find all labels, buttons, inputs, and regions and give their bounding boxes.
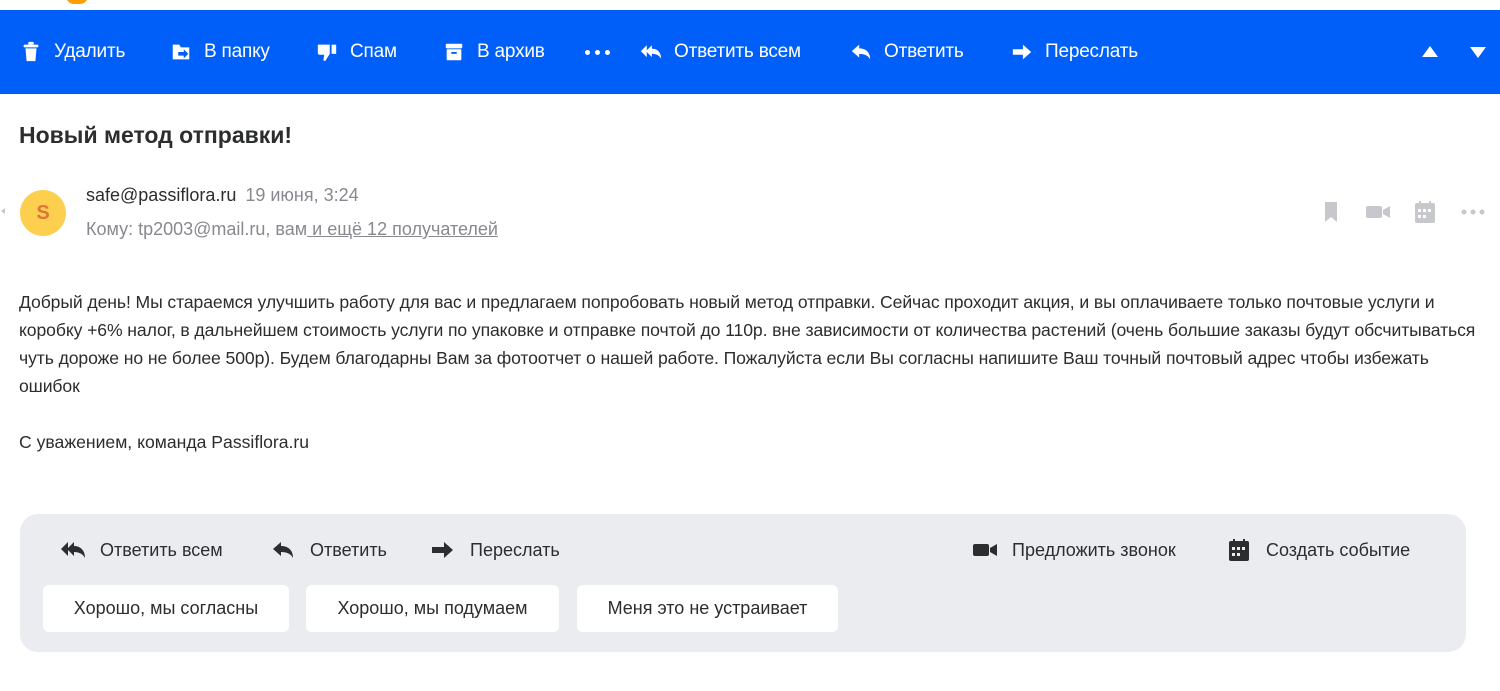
- move-folder-icon: [172, 44, 190, 60]
- previous-message-button[interactable]: [1418, 40, 1442, 64]
- quick-reply-panel: Ответить всем Ответить Переслать Предлож…: [20, 514, 1466, 652]
- forward-arrow-icon: [432, 542, 453, 558]
- message-toolbar: Удалить В папку Спам В архив Ответить вс…: [0, 10, 1500, 94]
- message-subject: Новый метод отправки!: [19, 122, 293, 148]
- panel-reply-button[interactable]: Ответить: [270, 536, 387, 564]
- more-button[interactable]: [585, 10, 610, 94]
- more-actions-button[interactable]: [1460, 200, 1486, 224]
- more-recipients-link[interactable]: и ещё 12 получателей: [307, 219, 498, 239]
- more-dot-icon: [605, 49, 610, 55]
- panel-forward-label: Переслать: [470, 539, 560, 560]
- create-event-button[interactable]: Создать событие: [1226, 536, 1410, 564]
- more-dot-icon: [585, 49, 590, 55]
- bookmark-button[interactable]: [1318, 200, 1344, 224]
- calendar-icon: [1415, 201, 1435, 223]
- quick-reply-agree[interactable]: Хорошо, мы согласны: [43, 585, 289, 632]
- forward-arrow-icon: [1012, 44, 1032, 60]
- forward-button[interactable]: Переслать: [1011, 10, 1138, 94]
- delete-label: Удалить: [54, 41, 126, 62]
- video-camera-icon: [1366, 206, 1390, 218]
- calendar-button[interactable]: [1412, 200, 1438, 224]
- reply-icon: [273, 542, 293, 558]
- move-to-folder-button[interactable]: В папку: [170, 10, 270, 94]
- video-camera-icon: [973, 544, 997, 556]
- panel-reply-all-button[interactable]: Ответить всем: [60, 536, 223, 564]
- next-message-button[interactable]: [1466, 40, 1490, 64]
- reply-label: Ответить: [884, 41, 964, 62]
- sender-avatar[interactable]: S: [20, 190, 66, 236]
- quick-reply-think[interactable]: Хорошо, мы подумаем: [306, 585, 559, 632]
- message-signature: С уважением, команда Passiflora.ru: [19, 432, 310, 452]
- quick-reply-decline[interactable]: Меня это не устраивает: [577, 585, 838, 632]
- logo-fragment: [66, 0, 88, 4]
- archive-label: В архив: [477, 41, 545, 62]
- collapse-tick-icon: [1, 208, 5, 214]
- more-dots-icon: [1461, 209, 1485, 215]
- top-strip: [0, 0, 1500, 10]
- reply-icon: [851, 44, 871, 60]
- reply-all-button[interactable]: Ответить всем: [640, 10, 801, 94]
- move-to-folder-label: В папку: [204, 41, 270, 62]
- create-event-label: Создать событие: [1266, 539, 1411, 560]
- bookmark-icon: [1325, 202, 1337, 222]
- reply-button[interactable]: Ответить: [850, 10, 964, 94]
- recipients-prefix: Кому: tp2003@mail.ru, вам: [86, 219, 308, 239]
- triangle-down-icon: [1470, 47, 1486, 58]
- panel-forward-button[interactable]: Переслать: [430, 536, 560, 564]
- reply-all-label: Ответить всем: [674, 41, 801, 62]
- suggest-call-label: Предложить звонок: [1012, 539, 1176, 560]
- thumbs-down-icon: [317, 44, 337, 62]
- video-call-button[interactable]: [1365, 200, 1391, 224]
- sender-line: safe@passiflora.ru 19 июня, 3:24: [86, 185, 359, 206]
- spam-button[interactable]: Спам: [316, 10, 397, 94]
- panel-reply-all-label: Ответить всем: [100, 539, 223, 560]
- trash-icon: [23, 41, 39, 62]
- panel-reply-label: Ответить: [310, 539, 387, 560]
- reply-all-icon: [61, 542, 85, 558]
- message-date: 19 июня, 3:24: [245, 185, 359, 205]
- calendar-icon: [1229, 539, 1249, 561]
- sender-email[interactable]: safe@passiflora.ru: [86, 185, 236, 205]
- delete-button[interactable]: Удалить: [20, 10, 125, 94]
- reply-all-icon: [640, 45, 662, 59]
- more-dot-icon: [595, 49, 600, 55]
- archive-icon: [445, 43, 463, 61]
- spam-label: Спам: [350, 41, 397, 62]
- archive-button[interactable]: В архив: [443, 10, 545, 94]
- triangle-up-icon: [1422, 46, 1438, 57]
- suggest-call-button[interactable]: Предложить звонок: [972, 536, 1176, 564]
- recipients-line: Кому: tp2003@mail.ru, вам и ещё 12 получ…: [86, 219, 498, 240]
- forward-label: Переслать: [1045, 41, 1138, 62]
- message-body: Добрый день! Мы стараемся улучшить работ…: [19, 292, 1476, 396]
